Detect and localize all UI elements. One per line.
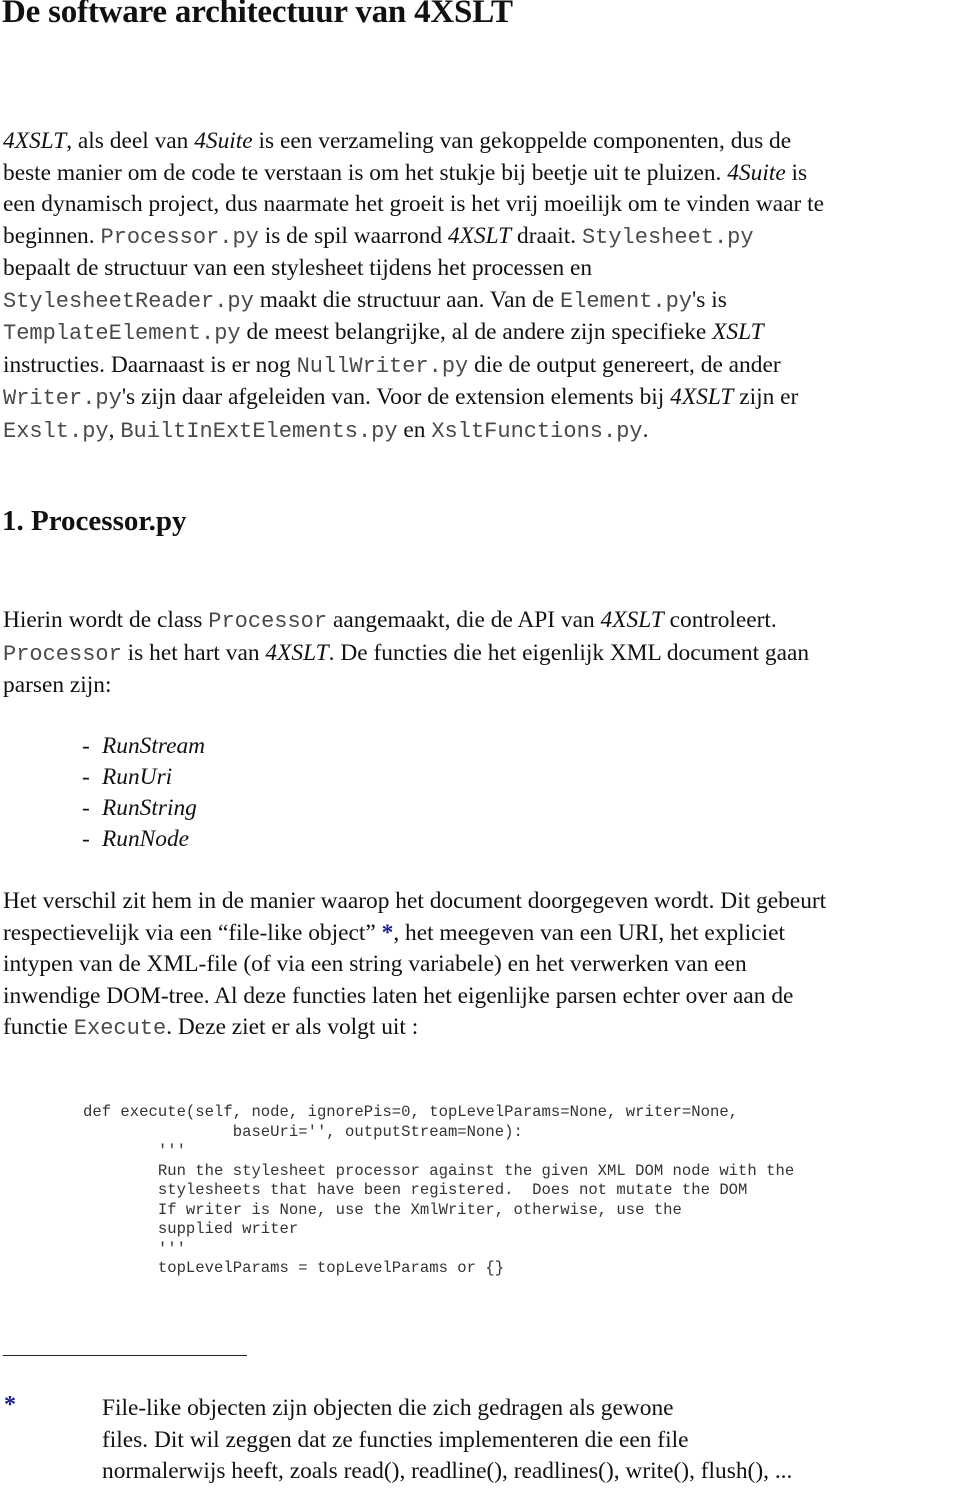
- run-function-name: RunString: [102, 795, 197, 821]
- list-dash: -: [82, 733, 90, 759]
- text-line: Exslt.py, BuiltInExtElements.py en XsltF…: [3, 415, 960, 448]
- code-identifier: StylesheetReader.py: [3, 288, 254, 314]
- footnote-line: File-like objecten zijn objecten die zic…: [102, 1395, 674, 1421]
- text-run: aangemaakt, die de API van: [327, 607, 601, 633]
- emphasis-text: 4XSLT: [3, 128, 67, 154]
- list-dash: -: [82, 826, 90, 852]
- processor-paragraph: Hierin wordt de class Processor aangemaa…: [3, 605, 960, 702]
- text-run: bepaalt de structuur van een stylesheet …: [3, 255, 593, 281]
- code-identifier: TemplateElement.py: [3, 321, 241, 346]
- list-item: - RunUri: [82, 762, 205, 793]
- text-run: de meest belangrijke, al de andere zijn …: [240, 319, 713, 345]
- text-run: ,: [108, 416, 121, 443]
- code-identifier: Stylesheet.py: [581, 224, 754, 250]
- text-line: Processor is het hart van 4XSLT. De func…: [3, 638, 960, 671]
- footnote-reference: *: [381, 919, 394, 946]
- text-line: beginnen. Processor.py is de spil waarro…: [3, 221, 960, 254]
- emphasis-text: 4Suite: [727, 159, 786, 186]
- list-dash: -: [82, 795, 90, 821]
- code-identifier: Element.py: [560, 288, 693, 314]
- list-dash: -: [82, 764, 90, 790]
- text-line: Hierin wordt de class Processor aangemaa…: [3, 605, 960, 638]
- text-run: draait.: [511, 222, 582, 249]
- text-run: inwendige DOM-tree. Al deze functies lat…: [3, 982, 794, 1009]
- text-run: instructies. Daarnaast is er nog: [3, 351, 297, 378]
- code-identifier: Processor.py: [100, 224, 259, 250]
- code-listing-execute: def execute(self, node, ignorePis=0, top…: [83, 1103, 795, 1277]
- text-run: . Deze ziet er als volgt uit :: [166, 1014, 419, 1040]
- intro-paragraph: 4XSLT, als deel van 4Suite is een verzam…: [3, 126, 960, 447]
- run-function-name: RunNode: [102, 826, 190, 852]
- text-line: Writer.py's zijn daar afgeleiden van. Vo…: [3, 382, 960, 415]
- text-line: functie Execute. Deze ziet er als volgt …: [3, 1012, 960, 1045]
- text-run: .: [642, 416, 649, 443]
- text-run: Het verschil zit hem in de manier waarop…: [3, 888, 827, 914]
- document-title: De software architectuur van 4XSLT: [2, 0, 513, 30]
- text-run: Hierin wordt de class: [3, 607, 209, 633]
- text-line: StylesheetReader.py maakt die structuur …: [3, 285, 960, 318]
- code-identifier: NullWriter.py: [296, 353, 469, 379]
- text-run: een dynamisch project, dus naarmate het …: [3, 191, 825, 217]
- text-line: TemplateElement.py de meest belangrijke,…: [3, 317, 960, 350]
- text-run: , het meegeven van een URI, het explicie…: [393, 919, 785, 946]
- emphasis-text: 4Suite: [194, 128, 253, 154]
- emphasis-text: 4XSLT: [600, 607, 664, 633]
- text-line: Het verschil zit hem in de manier waarop…: [3, 886, 960, 918]
- text-line: parsen zijn:: [3, 670, 960, 702]
- text-run: intypen van de XML-file (of via een stri…: [3, 951, 747, 977]
- text-run: , als deel van: [66, 128, 195, 154]
- text-run: maakt die structuur aan. Van de: [253, 286, 560, 313]
- text-run: die de output genereert, de ander: [468, 351, 781, 378]
- code-identifier: BuiltInExtElements.py: [120, 418, 398, 444]
- text-run: beste manier om de code te verstaan is o…: [3, 159, 728, 186]
- code-identifier: Exslt.py: [3, 418, 109, 444]
- difference-paragraph: Het verschil zit hem in de manier waarop…: [3, 886, 960, 1045]
- list-item: - RunStream: [82, 731, 205, 762]
- code-identifier: Writer.py: [3, 386, 122, 411]
- text-run: is een verzameling van gekoppelde compon…: [252, 128, 792, 154]
- text-run: zijn er: [733, 384, 799, 410]
- text-run: 's is: [692, 286, 727, 313]
- text-line: een dynamisch project, dus naarmate het …: [3, 189, 960, 221]
- text-run: parsen zijn:: [3, 672, 112, 698]
- footnote-line: files. Dit wil zeggen dat ze functies im…: [102, 1426, 689, 1453]
- footnote-line: normalerwijs heeft, zoals read(), readli…: [102, 1458, 793, 1484]
- text-line: beste manier om de code te verstaan is o…: [3, 158, 960, 190]
- footnote-text: File-like objecten zijn objecten die zic…: [102, 1393, 792, 1488]
- text-run: en: [397, 416, 432, 443]
- text-run: is de spil waarrond: [258, 222, 448, 249]
- text-run: . De functies die het eigenlijk XML docu…: [328, 639, 810, 666]
- run-functions-list: - RunStream - RunUri - RunString - RunNode: [82, 731, 205, 855]
- text-line: 4XSLT, als deel van 4Suite is een verzam…: [3, 126, 960, 158]
- text-line: inwendige DOM-tree. Al deze functies lat…: [3, 981, 960, 1013]
- text-run: beginnen.: [3, 222, 101, 249]
- code-identifier: Processor: [208, 609, 328, 634]
- run-function-name: RunStream: [102, 733, 206, 759]
- footnote-marker: *: [4, 1392, 16, 1418]
- emphasis-text: 4XSLT: [265, 639, 329, 666]
- list-item: - RunString: [82, 793, 205, 824]
- text-run: 's zijn daar afgeleiden van. Voor de ext…: [121, 384, 671, 410]
- code-identifier: Execute: [73, 1016, 167, 1041]
- text-run: controleert.: [663, 607, 777, 633]
- list-item: - RunNode: [82, 824, 205, 855]
- footnote-separator: [3, 1355, 247, 1356]
- text-run: is: [785, 159, 808, 186]
- code-identifier: Processor: [3, 641, 122, 667]
- text-line: respectievelijk via een “file-like objec…: [3, 918, 960, 950]
- text-run: respectievelijk via een “file-like objec…: [3, 919, 382, 946]
- text-run: functie: [3, 1014, 74, 1040]
- emphasis-text: XSLT: [712, 319, 764, 345]
- text-line: bepaalt de structuur van een stylesheet …: [3, 253, 960, 285]
- text-run: is het hart van: [121, 639, 266, 666]
- emphasis-text: 4XSLT: [447, 222, 512, 249]
- emphasis-text: 4XSLT: [670, 384, 734, 410]
- code-identifier: XsltFunctions.py: [431, 418, 643, 444]
- run-function-name: RunUri: [102, 764, 173, 790]
- text-line: intypen van de XML-file (of via een stri…: [3, 949, 960, 981]
- section-heading-processor: 1. Processor.py: [2, 505, 187, 537]
- text-line: instructies. Daarnaast is er nog NullWri…: [3, 350, 960, 383]
